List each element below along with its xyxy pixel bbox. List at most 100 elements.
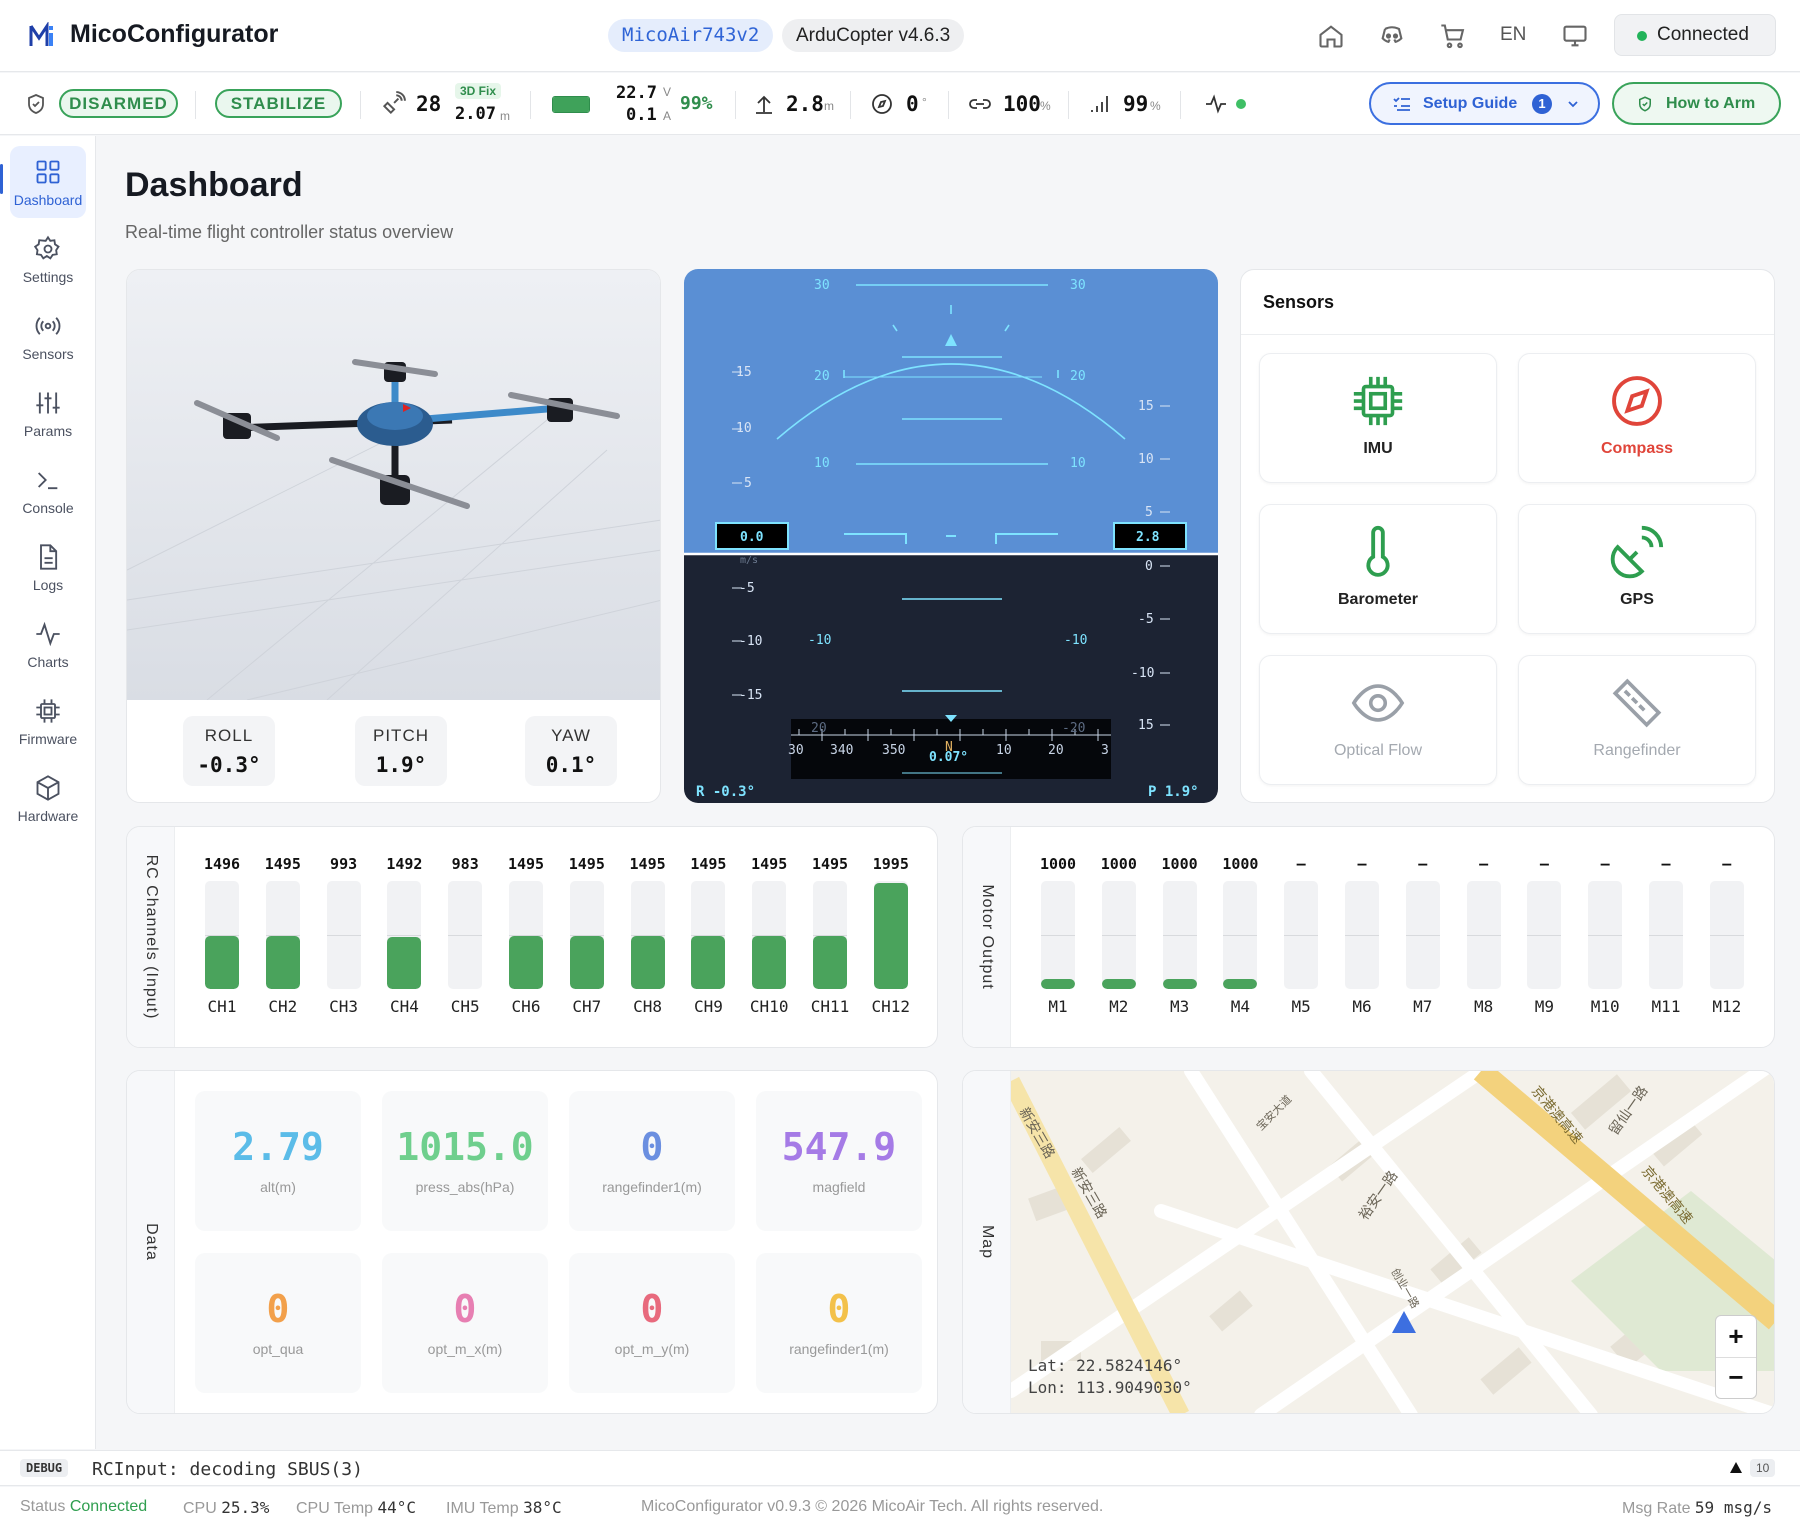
expand-up-icon[interactable]: [1730, 1462, 1742, 1473]
motor-channel-bar-fill: [1101, 979, 1136, 989]
motor-channel-label: M7: [1413, 997, 1433, 1016]
motor-channel-bar: [1284, 881, 1319, 989]
motor-channel-label: M12: [1712, 997, 1742, 1016]
discord-icon[interactable]: [1378, 22, 1406, 50]
motor-channel-label: M3: [1169, 997, 1190, 1016]
sensor-label: Optical Flow: [1333, 742, 1423, 759]
data-tile[interactable]: 0 rangefinder1(m): [569, 1091, 735, 1231]
rc-channel-value: 983: [451, 855, 479, 873]
footer-cpu-temp: CPU Temp 44°C: [296, 1498, 416, 1518]
drone-3d-view[interactable]: [127, 270, 661, 700]
language-selector[interactable]: EN: [1500, 24, 1526, 46]
sidebar-item-label: Logs: [32, 577, 64, 593]
activity-icon: [36, 621, 60, 647]
data-tile[interactable]: 0 rangefinder1(m): [756, 1253, 922, 1393]
sidebar-item-label: Params: [23, 423, 73, 439]
rc-channel-value: 993: [330, 855, 358, 873]
sidebar-item-firmware[interactable]: Firmware: [10, 685, 86, 757]
current-unit: A: [663, 109, 672, 123]
footer-cpu-temp-value: 44°C: [377, 1498, 417, 1517]
roll-value: -0.3°: [197, 753, 261, 777]
hdop-value: 2.07: [455, 104, 496, 124]
footer-status-value: Connected: [69, 1498, 148, 1515]
sidebar-item-label: Charts: [27, 654, 69, 670]
flight-mode-badge[interactable]: STABILIZE: [215, 89, 342, 118]
motor-channel-value: 1000: [1222, 855, 1259, 873]
pitch-value: 1.9°: [375, 753, 427, 777]
rc-channel-bar: [448, 881, 483, 989]
data-tile[interactable]: 1015.0 press_abs(hPa): [382, 1091, 548, 1231]
sensor-gps[interactable]: GPS: [1518, 504, 1756, 634]
page-title: Dashboard: [125, 166, 303, 204]
home-icon[interactable]: [1317, 22, 1345, 50]
data-tile[interactable]: 2.79 alt(m): [195, 1091, 361, 1231]
sidebar-item-params[interactable]: Params: [10, 377, 86, 449]
rc-channel-bar-fill: [205, 936, 239, 989]
sensor-rangefinder[interactable]: Rangefinder: [1518, 655, 1756, 785]
data-tile[interactable]: 0 opt_qua: [195, 1253, 361, 1393]
sidebar: Dashboard Settings Sensors Params Consol…: [0, 136, 96, 1449]
data-tile-value: 0: [266, 1287, 290, 1331]
how-to-arm-button[interactable]: How to Arm: [1612, 82, 1781, 125]
cart-icon[interactable]: [1439, 22, 1467, 50]
arrow-up-icon: [756, 95, 772, 114]
footer-cpu-value: 25.3%: [221, 1498, 270, 1517]
zoom-out-button[interactable]: −: [1716, 1358, 1756, 1398]
pitch-ladder-label: -10: [1064, 633, 1087, 648]
data-tile[interactable]: 547.9 magfield: [756, 1091, 922, 1231]
rc-channel-value: 1492: [386, 855, 423, 873]
sidebar-item-settings[interactable]: Settings: [10, 223, 86, 295]
monitor-icon[interactable]: [1561, 22, 1589, 50]
app-logo-icon: [29, 22, 53, 46]
speed-unit: m/s: [740, 555, 758, 566]
sidebar-item-logs[interactable]: Logs: [10, 531, 86, 603]
board-badge[interactable]: MicoAir743v2: [608, 19, 774, 52]
voltage-value: 22.7: [616, 83, 657, 103]
motor-channel-bar: [1041, 881, 1075, 989]
sidebar-item-sensors[interactable]: Sensors: [10, 300, 86, 372]
setup-guide-button[interactable]: Setup Guide 1: [1369, 82, 1600, 125]
motor-channel-value: –: [1722, 855, 1732, 873]
sensor-label: Compass: [1600, 440, 1674, 457]
motor-channel-bar: [1466, 881, 1501, 989]
data-tile-value: 1015.0: [396, 1125, 534, 1169]
sensor-imu[interactable]: IMU: [1259, 353, 1497, 483]
data-tile[interactable]: 0 opt_m_x(m): [382, 1253, 548, 1393]
sidebar-item-console[interactable]: Console: [10, 454, 86, 526]
sensor-label: GPS: [1620, 591, 1654, 608]
motor-channel-bar: [1345, 881, 1379, 989]
sidebar-item-hardware[interactable]: Hardware: [10, 762, 86, 834]
map-coordinates: Lat: 22.5824146° Lon: 113.9049030°: [1028, 1355, 1192, 1399]
data-tile-label: rangefinder1(m): [789, 1341, 889, 1357]
sensor-barometer[interactable]: Barometer: [1259, 504, 1497, 634]
eye-icon: [1351, 684, 1405, 722]
debug-count-badge: 10: [1750, 1459, 1776, 1477]
rc-channel-bar: [387, 881, 422, 989]
hud-roll-value: R -0.3°: [696, 784, 755, 800]
sensor-compass[interactable]: Compass: [1518, 353, 1756, 483]
firmware-badge[interactable]: ArduCopter v4.6.3: [782, 19, 965, 52]
compass-icon: [872, 94, 892, 114]
active-indicator: [0, 164, 3, 194]
footer-cpu: CPU 25.3%: [183, 1498, 269, 1518]
motor-channel-label: M8: [1473, 997, 1494, 1016]
rc-channel-value: 1495: [629, 855, 666, 873]
sidebar-item-dashboard[interactable]: Dashboard: [10, 146, 86, 218]
rc-channel-bar: [326, 881, 361, 989]
zoom-in-button[interactable]: +: [1716, 1316, 1756, 1358]
arm-state-badge[interactable]: DISARMED: [59, 89, 178, 118]
map-label: Map: [963, 1071, 1011, 1413]
debug-bar[interactable]: DEBUG RCInput: decoding SBUS(3) 10: [0, 1450, 1800, 1486]
sidebar-item-charts[interactable]: Charts: [10, 608, 86, 680]
connection-button[interactable]: Connected: [1614, 14, 1776, 56]
compass-icon: [1612, 376, 1662, 426]
map-lat: Lat: 22.5824146°: [1028, 1356, 1183, 1375]
sensor-optical-flow[interactable]: Optical Flow: [1259, 655, 1497, 785]
rc-channel-bar: [569, 881, 604, 989]
motor-output-title: Motor Output: [979, 884, 996, 990]
sidebar-item-label: Console: [22, 500, 74, 516]
sidebar-item-label: Hardware: [17, 808, 79, 824]
data-tile[interactable]: 0 opt_m_y(m): [569, 1253, 735, 1393]
data-label: Data: [127, 1071, 175, 1413]
setup-guide-count: 1: [1532, 94, 1552, 114]
